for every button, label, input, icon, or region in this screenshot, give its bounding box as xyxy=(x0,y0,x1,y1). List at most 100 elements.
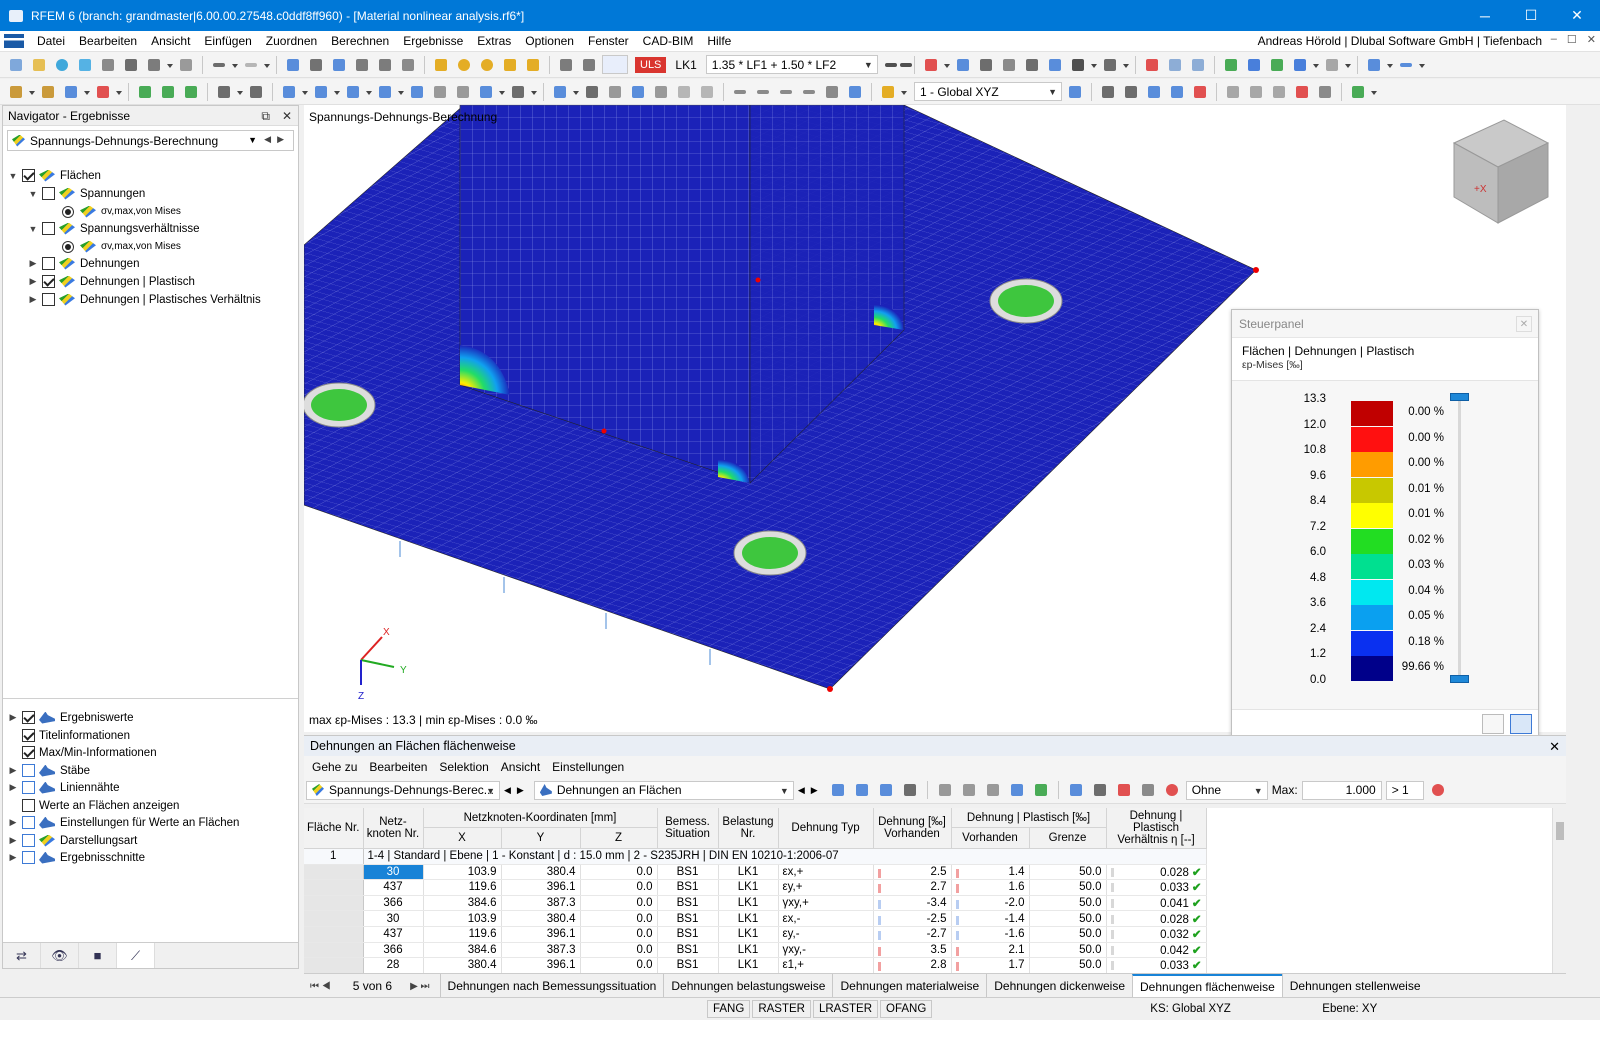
load-combination-select[interactable]: 1.35 * LF1 + 1.50 * LF2 ▼ xyxy=(705,55,878,74)
chevron-right-icon[interactable]: ▶ xyxy=(7,817,19,828)
cell-typ[interactable]: γxy,- xyxy=(778,942,874,959)
cell-dv[interactable]: 3.5 xyxy=(873,942,952,959)
close-navigator-icon[interactable]: ✕ xyxy=(282,109,292,124)
cell-pv[interactable]: -2.0 xyxy=(951,895,1030,912)
cell-y[interactable]: 380.4 xyxy=(501,864,581,881)
chevron-right-icon[interactable]: ▶ xyxy=(27,276,39,287)
align-left-icon[interactable] xyxy=(730,83,750,101)
cell-lk[interactable]: LK1 xyxy=(718,942,779,959)
spannungsverhaeltnisse-checkbox[interactable] xyxy=(42,222,55,235)
select-line-icon[interactable] xyxy=(38,83,58,101)
cell-bs[interactable]: BS1 xyxy=(657,879,719,896)
grid-dropdown-icon[interactable] xyxy=(1122,56,1129,74)
spannungen-checkbox[interactable] xyxy=(42,187,55,200)
staebe-checkbox[interactable] xyxy=(22,764,35,777)
cell-pv[interactable]: 1.7 xyxy=(951,957,1030,973)
ergebnisschnitte-checkbox[interactable] xyxy=(22,851,35,864)
cell-pv[interactable]: 2.1 xyxy=(951,942,1030,959)
cell-dv[interactable]: -2.5 xyxy=(873,910,952,927)
box2-icon[interactable] xyxy=(1188,56,1208,74)
cell-dv[interactable]: 2.5 xyxy=(873,864,952,881)
grid-results-icon[interactable] xyxy=(1100,56,1120,74)
gt-select[interactable]: > 1 xyxy=(1385,780,1424,800)
row-header-cell[interactable] xyxy=(304,942,364,959)
tree-item-vonmises-1[interactable]: σv,max,von Mises xyxy=(59,203,181,220)
table-row[interactable]: 437 119.6 396.1 0.0 BS1 LK1 εy,- -2.7 -1.6 50.0 0.… xyxy=(304,926,1207,943)
row-header-cell[interactable] xyxy=(304,910,364,927)
view-split-icon[interactable] xyxy=(329,56,349,74)
cell-typ[interactable]: εy,+ xyxy=(778,879,874,896)
cell-z[interactable]: 0.0 xyxy=(580,864,658,881)
cell-z[interactable]: 0.0 xyxy=(580,957,658,973)
copy-icon[interactable] xyxy=(311,83,331,101)
analysis-prev-next-icon[interactable]: ◀▶ xyxy=(504,785,530,796)
hidden-line-icon[interactable] xyxy=(605,83,625,101)
cell-lk[interactable]: LK1 xyxy=(718,910,779,927)
mirror-dropdown-icon[interactable] xyxy=(398,83,404,101)
calc-settings-icon[interactable] xyxy=(579,56,599,74)
redo-dropdown-icon[interactable] xyxy=(264,56,270,74)
cell-node[interactable]: 366 xyxy=(363,895,424,912)
results-menu-einstellungen[interactable]: Einstellungen xyxy=(548,760,632,774)
calc-all-icon[interactable] xyxy=(556,56,576,74)
chevron-right-icon[interactable]: ▶ xyxy=(7,782,19,793)
cell-bs[interactable]: BS1 xyxy=(657,957,719,973)
tree-item-flaechen[interactable]: ▼ Flächen xyxy=(7,167,101,184)
color-filter-icon[interactable] xyxy=(1162,781,1182,799)
col-netzknoten[interactable]: Netz- knoten Nr. xyxy=(363,808,424,849)
cell-x[interactable]: 103.9 xyxy=(423,864,502,881)
view-z-icon[interactable] xyxy=(1190,83,1210,101)
clip-icon[interactable] xyxy=(697,83,717,101)
cancel-icon[interactable] xyxy=(1292,83,1312,101)
axis-z-icon[interactable] xyxy=(1267,56,1287,74)
load-icon[interactable] xyxy=(431,56,451,74)
option-liniennaehte[interactable]: ▶ Liniennähte xyxy=(7,779,119,796)
results-grid[interactable]: Fläche Nr. Netz- knoten Nr. Netzknoten-K… xyxy=(304,808,1552,973)
row-header-cell[interactable] xyxy=(304,895,364,912)
data-tab-icon[interactable]: ⇄ xyxy=(3,943,41,968)
results-tab-icon[interactable]: ⟋ xyxy=(117,943,155,968)
cell-lk[interactable]: LK1 xyxy=(718,864,779,881)
extrude-dropdown-icon[interactable] xyxy=(499,83,505,101)
tab-materialweise[interactable]: Dehnungen materialweise xyxy=(832,974,986,998)
cell-x[interactable]: 384.6 xyxy=(423,942,502,959)
maxmin-checkbox[interactable] xyxy=(22,746,35,759)
tree-item-spannungen[interactable]: ▼ Spannungen xyxy=(27,185,145,202)
render-icon[interactable] xyxy=(1396,56,1416,74)
option-staebe[interactable]: ▶ Stäbe xyxy=(7,762,90,779)
move-icon[interactable] xyxy=(279,83,299,101)
tree-item-dehnungen-plastisch[interactable]: ▶ Dehnungen | Plastisch xyxy=(27,273,195,290)
col-pl-grenze[interactable]: Grenze xyxy=(1029,827,1107,849)
node-icon[interactable] xyxy=(135,83,155,101)
values-icon[interactable] xyxy=(976,56,996,74)
balance-icon[interactable] xyxy=(1269,83,1289,101)
menu-hilfe[interactable]: Hilfe xyxy=(700,34,738,48)
menu-berechnen[interactable]: Berechnen xyxy=(324,34,396,48)
select-in-model-icon[interactable] xyxy=(828,781,848,799)
chevron-right-icon[interactable]: ▶ xyxy=(7,765,19,776)
open-folder-icon[interactable] xyxy=(29,56,49,74)
titelinformationen-checkbox[interactable] xyxy=(22,729,35,742)
vonmises-radio[interactable] xyxy=(62,205,74,218)
fillet-dropdown-icon[interactable] xyxy=(531,83,537,101)
distribute-icon[interactable] xyxy=(799,83,819,101)
table-row[interactable]: 30 103.9 380.4 0.0 BS1 LK1 εx,- -2.5 -1.4 50.0 0.0… xyxy=(304,910,1207,927)
dimension-icon[interactable] xyxy=(214,83,234,101)
deformation-icon[interactable] xyxy=(1045,56,1065,74)
cell-typ[interactable]: ε1,+ xyxy=(778,957,874,973)
vonmises-radio[interactable] xyxy=(62,240,74,253)
deform-view-icon[interactable] xyxy=(876,781,896,799)
navigator-result-select[interactable]: Spannungs-Dehnungs-Berechnung ▼ ◀▶ xyxy=(7,130,294,151)
menu-optionen[interactable]: Optionen xyxy=(518,34,581,48)
rows-icon[interactable] xyxy=(959,781,979,799)
table-row[interactable]: 437 119.6 396.1 0.0 BS1 LK1 εy,+ 2.7 1.6 50.0 0.03… xyxy=(304,879,1207,896)
legend-slider[interactable] xyxy=(1458,396,1461,678)
excel-export-icon[interactable] xyxy=(1031,781,1051,799)
chart-icon[interactable] xyxy=(1007,781,1027,799)
cell-pg[interactable]: 50.0 xyxy=(1029,895,1107,912)
lines-dropdown-icon[interactable] xyxy=(1090,56,1097,74)
group-row[interactable]: 1 1-4 | Standard | Ebene | 1 - Konstant … xyxy=(304,848,1207,865)
option-darstellungsart[interactable]: ▶ Darstellungsart xyxy=(7,832,137,849)
menu-fenster[interactable]: Fenster xyxy=(581,34,636,48)
align-center-icon[interactable] xyxy=(753,83,773,101)
